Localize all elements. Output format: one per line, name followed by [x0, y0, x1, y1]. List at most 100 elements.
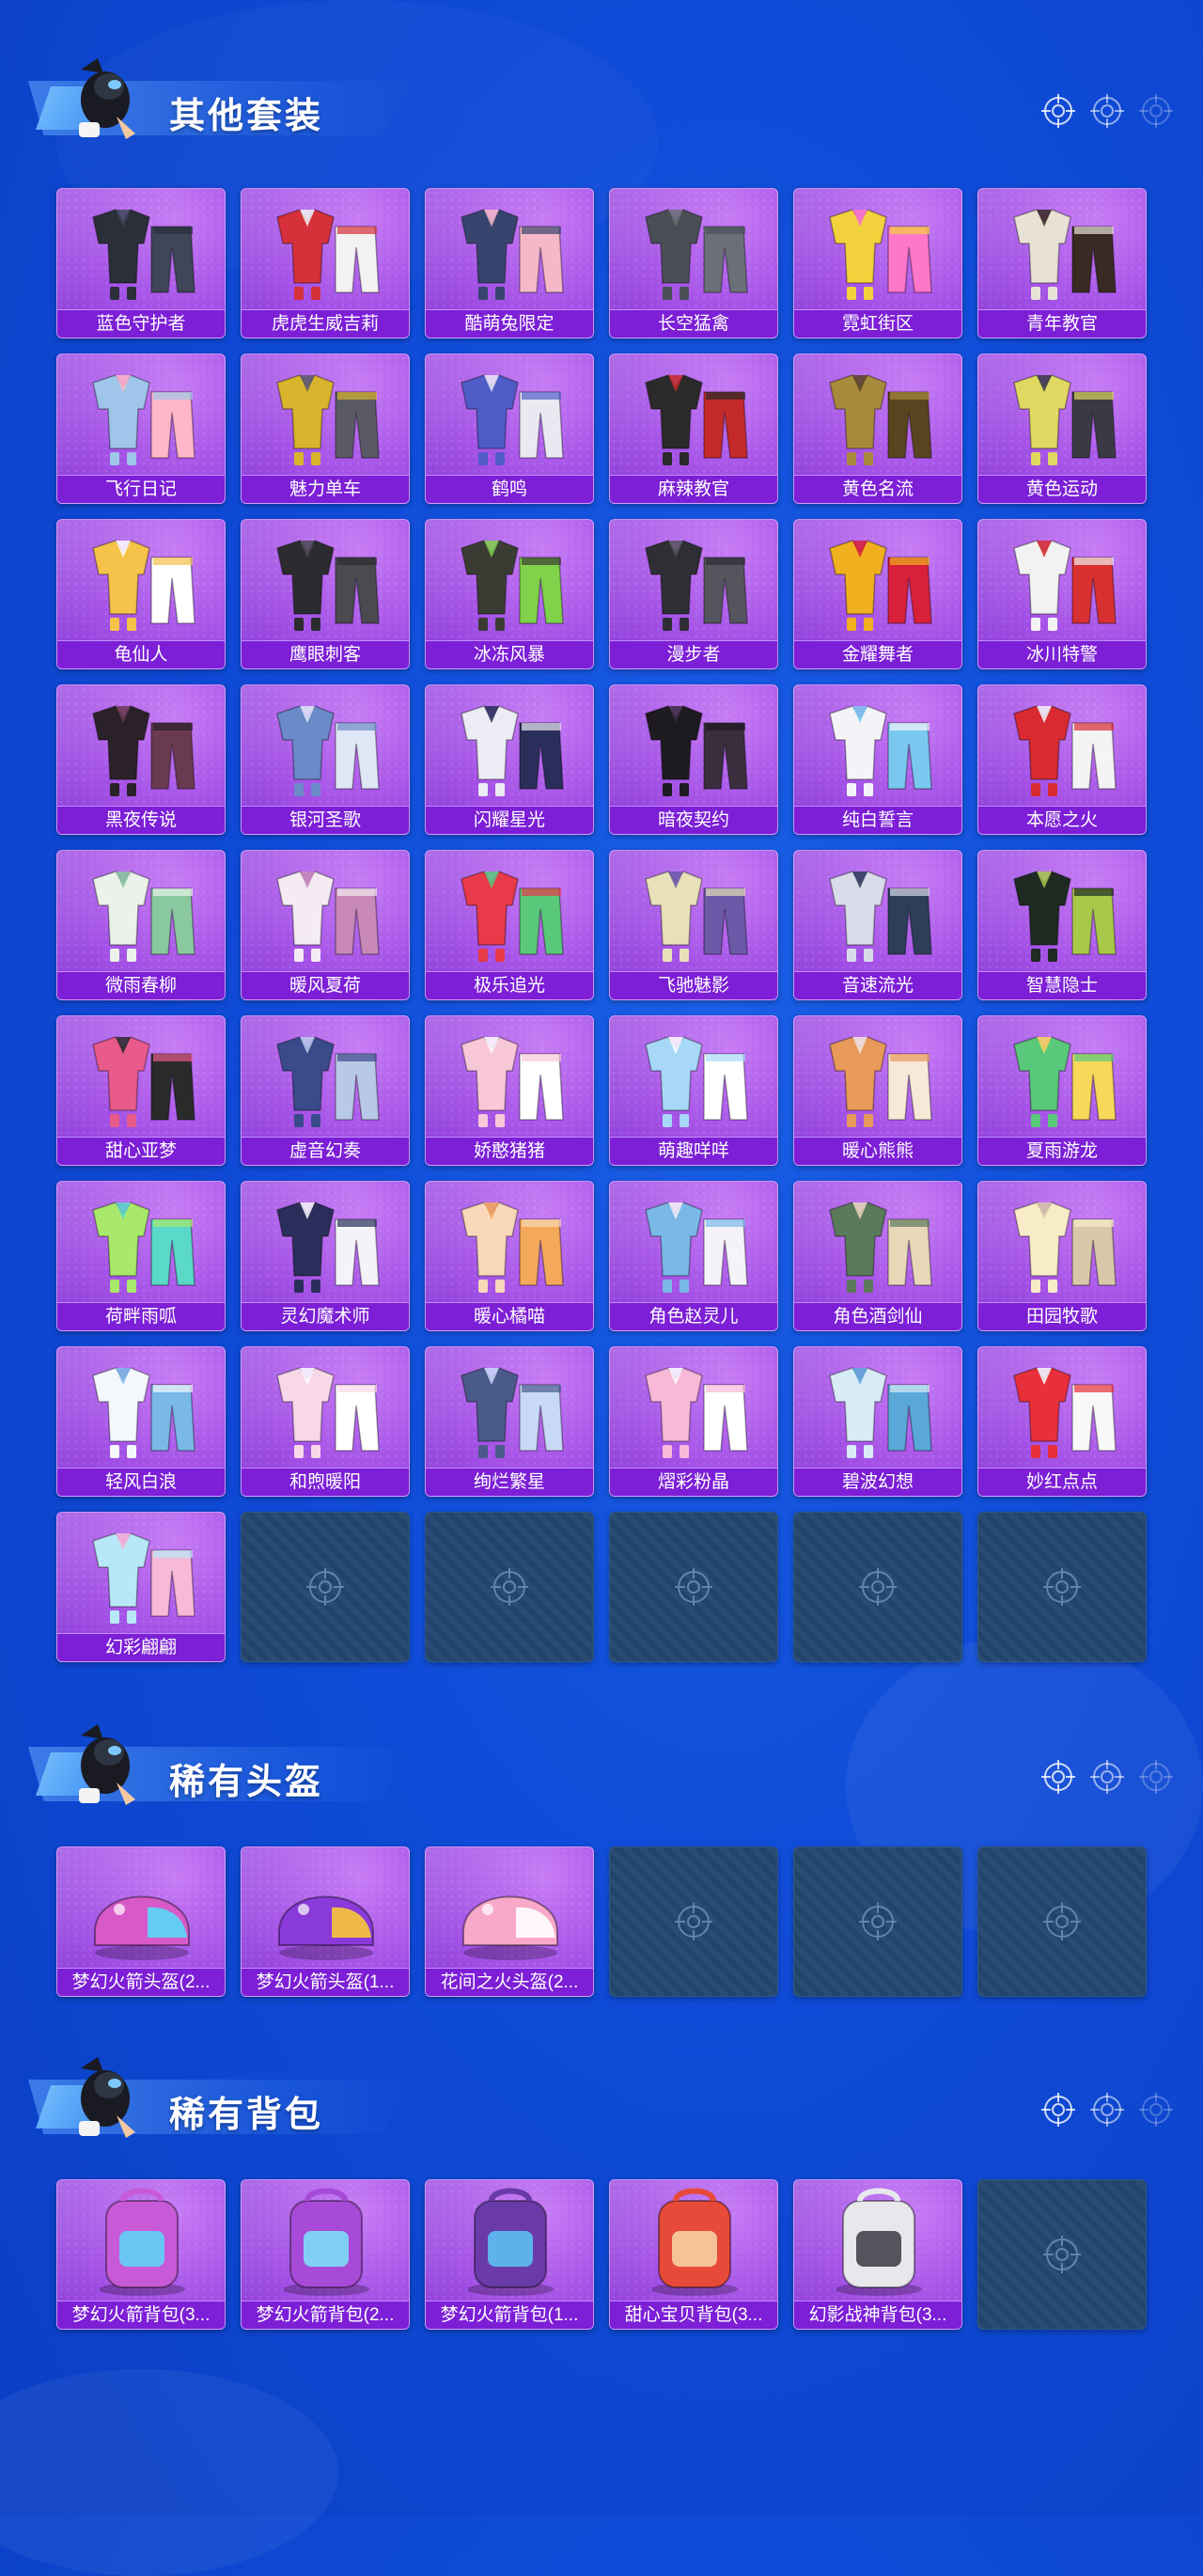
- helmet-image: [278, 1895, 374, 1960]
- item-card[interactable]: 熠彩粉晶: [609, 1346, 778, 1497]
- empty-slot: [425, 1512, 594, 1662]
- item-card[interactable]: 花间之火头盔(2...: [425, 1846, 594, 1997]
- item-card[interactable]: 青年教官: [977, 188, 1147, 338]
- item-card[interactable]: 纯白誓言: [793, 684, 962, 835]
- item-name-label: 暗夜契约: [610, 806, 777, 834]
- outfit-image: [1013, 705, 1117, 796]
- item-card[interactable]: 智慧隐士: [977, 850, 1147, 1000]
- item-card[interactable]: 鹤鸣: [425, 353, 594, 504]
- section-title: 其他套装: [169, 97, 324, 136]
- item-card[interactable]: 魅力单车: [241, 353, 410, 504]
- item-card[interactable]: 角色酒剑仙: [793, 1181, 962, 1331]
- item-card[interactable]: 妙红点点: [977, 1346, 1147, 1497]
- item-card[interactable]: 霓虹街区: [793, 188, 962, 338]
- section-header-rare-helmets: 稀有头盔: [28, 1711, 1175, 1824]
- item-card[interactable]: 飞驰魅影: [609, 850, 778, 1000]
- item-name-label: 虎虎生威吉莉: [242, 309, 409, 338]
- item-card[interactable]: 黄色运动: [977, 353, 1147, 504]
- outfit-image: [645, 705, 748, 796]
- item-card[interactable]: 角色赵灵儿: [609, 1181, 778, 1331]
- backpack-image: [651, 2188, 738, 2296]
- crosshair-icon: [675, 1568, 712, 1606]
- item-card[interactable]: 漫步者: [609, 519, 778, 669]
- item-card[interactable]: 幻彩翩翩: [56, 1512, 226, 1662]
- item-card[interactable]: 冰冻风暴: [425, 519, 594, 669]
- item-card[interactable]: 蓝色守护者: [56, 188, 226, 338]
- item-card[interactable]: 幻影战神背包(3...: [793, 2179, 962, 2330]
- item-name-label: 本愿之火: [978, 806, 1146, 834]
- outfit-image: [1013, 540, 1117, 631]
- item-card[interactable]: 暗夜契约: [609, 684, 778, 835]
- outfit-image: [276, 209, 380, 300]
- item-name-label: 暖风夏荷: [242, 971, 409, 999]
- item-card[interactable]: 田园牧歌: [977, 1181, 1147, 1331]
- item-card[interactable]: 梦幻火箭头盔(1...: [241, 1846, 410, 1997]
- crosshair-decoration: [1039, 2091, 1175, 2128]
- outfit-image: [92, 540, 195, 631]
- item-card[interactable]: 虚音幻奏: [241, 1015, 410, 1166]
- item-card[interactable]: 冰川特警: [977, 519, 1147, 669]
- item-card[interactable]: 娇憨猪猪: [425, 1015, 594, 1166]
- item-card[interactable]: 甜心宝贝背包(3...: [609, 2179, 778, 2330]
- item-card[interactable]: 银河圣歌: [241, 684, 410, 835]
- item-name-label: 微雨春柳: [57, 971, 225, 999]
- item-name-label: 萌趣咩咩: [610, 1137, 777, 1165]
- item-card[interactable]: 碧波幻想: [793, 1346, 962, 1497]
- item-name-label: 梦幻火箭背包(2...: [242, 2301, 409, 2329]
- item-name-label: 冰冻风暴: [426, 640, 593, 668]
- item-name-label: 甜心宝贝背包(3...: [610, 2301, 777, 2329]
- item-card[interactable]: 梦幻火箭头盔(2...: [56, 1846, 226, 1997]
- item-card[interactable]: 微雨春柳: [56, 850, 226, 1000]
- item-card[interactable]: 梦幻火箭背包(1...: [425, 2179, 594, 2330]
- item-card[interactable]: 暖风夏荷: [241, 850, 410, 1000]
- item-card[interactable]: 鹰眼刺客: [241, 519, 410, 669]
- backpack-image: [283, 2188, 369, 2296]
- item-card[interactable]: 暖心橘喵: [425, 1181, 594, 1331]
- item-card[interactable]: 酷萌兔限定: [425, 188, 594, 338]
- item-card[interactable]: 绚烂繁星: [425, 1346, 594, 1497]
- item-card[interactable]: 甜心亚梦: [56, 1015, 226, 1166]
- item-card[interactable]: 龟仙人: [56, 519, 226, 669]
- crosshair-icon: [306, 1568, 344, 1606]
- item-card[interactable]: 萌趣咩咩: [609, 1015, 778, 1166]
- item-name-label: 幻彩翩翩: [57, 1633, 225, 1661]
- item-card[interactable]: 灵幻魔术师: [241, 1181, 410, 1331]
- outfit-image: [1013, 1036, 1117, 1127]
- item-card[interactable]: 梦幻火箭背包(2...: [241, 2179, 410, 2330]
- item-card[interactable]: 金耀舞者: [793, 519, 962, 669]
- outfit-image: [829, 1036, 932, 1127]
- crosshair-icon: [1139, 94, 1173, 128]
- item-card[interactable]: 极乐追光: [425, 850, 594, 1000]
- item-card[interactable]: 黑夜传说: [56, 684, 226, 835]
- item-name-label: 黄色运动: [978, 475, 1146, 503]
- item-name-label: 漫步者: [610, 640, 777, 668]
- item-card[interactable]: 暖心熊熊: [793, 1015, 962, 1166]
- outfit-image: [276, 1202, 380, 1293]
- mascot-icon: [79, 1724, 135, 1805]
- crosshair-decoration: [1039, 92, 1175, 130]
- outfit-image: [461, 1367, 564, 1458]
- item-card[interactable]: 飞行日记: [56, 353, 226, 504]
- outfit-image: [461, 374, 564, 465]
- item-card[interactable]: 闪耀星光: [425, 684, 594, 835]
- item-card[interactable]: 麻辣教官: [609, 353, 778, 504]
- item-card[interactable]: 和煦暖阳: [241, 1346, 410, 1497]
- outfit-image: [92, 209, 195, 300]
- crosshair-icon: [1041, 94, 1075, 128]
- item-card[interactable]: 音速流光: [793, 850, 962, 1000]
- item-name-label: 金耀舞者: [794, 640, 961, 668]
- item-card[interactable]: 本愿之火: [977, 684, 1147, 835]
- item-name-label: 酷萌兔限定: [426, 309, 593, 338]
- item-card[interactable]: 轻风白浪: [56, 1346, 226, 1497]
- backpack-grid: 梦幻火箭背包(3... 梦幻火箭背包(2... 梦幻火箭背包(1... 甜心宝贝背包(…: [56, 2179, 1147, 2330]
- item-card[interactable]: 夏雨游龙: [977, 1015, 1147, 1166]
- item-card[interactable]: 荷畔雨呱: [56, 1181, 226, 1331]
- item-card[interactable]: 虎虎生威吉莉: [241, 188, 410, 338]
- item-card[interactable]: 黄色名流: [793, 353, 962, 504]
- item-name-label: 银河圣歌: [242, 806, 409, 834]
- outfit-image: [829, 374, 932, 465]
- item-card[interactable]: 梦幻火箭背包(3...: [56, 2179, 226, 2330]
- item-card[interactable]: 长空猛禽: [609, 188, 778, 338]
- item-name-label: 黄色名流: [794, 475, 961, 503]
- crosshair-icon: [1043, 1568, 1081, 1606]
